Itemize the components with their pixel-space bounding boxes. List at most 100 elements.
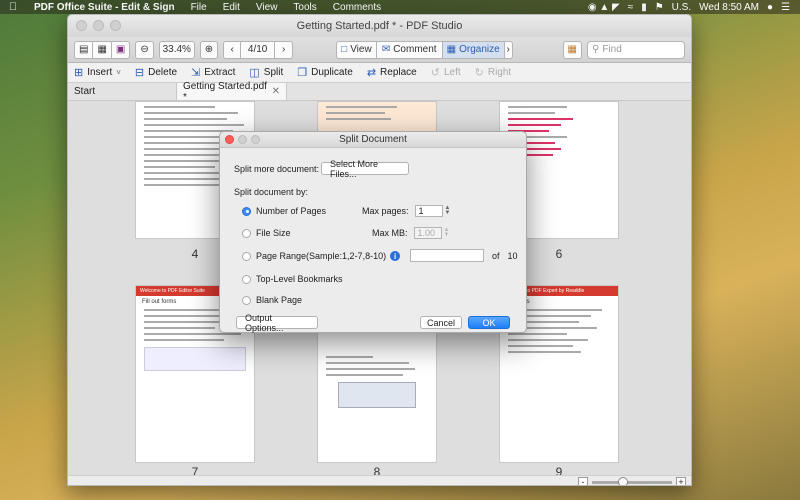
text-line	[144, 327, 215, 329]
radio-file-size[interactable]	[242, 228, 251, 238]
max-pages-stepper[interactable]: ▲ ▼	[445, 205, 451, 216]
radio-number-of-pages[interactable]	[242, 206, 251, 216]
tab-start[interactable]: Start	[68, 83, 177, 100]
info-icon[interactable]: i	[390, 251, 401, 261]
window-controls	[76, 20, 121, 31]
zoom-plus-button[interactable]: +	[676, 477, 686, 485]
status-icons[interactable]: ◉ ▲ ◤	[588, 2, 620, 13]
mode-view-label: View	[350, 44, 372, 55]
dialog-titlebar: Split Document	[220, 132, 526, 148]
search-input[interactable]: ⚲ Find	[587, 40, 685, 59]
user-icon[interactable]: ●	[767, 2, 773, 13]
zoom-level[interactable]: 33.4%	[158, 40, 195, 59]
window-titlebar: Getting Started.pdf * - PDF Studio	[68, 15, 691, 37]
page-layout-icon[interactable]: ▣	[111, 40, 131, 59]
radio-blank-page[interactable]	[242, 295, 251, 305]
split-by-label: Split document by:	[234, 187, 309, 197]
text-line	[326, 356, 374, 358]
radio-bookmarks[interactable]	[242, 274, 251, 284]
menu-app-name[interactable]: PDF Office Suite - Edit & Sign	[26, 2, 183, 13]
close-tab-icon[interactable]: ✕	[272, 86, 280, 97]
page-indicator[interactable]: 4/10	[241, 40, 276, 59]
radio-page-range[interactable]	[242, 251, 251, 261]
zoom-minus-button[interactable]: -	[578, 477, 588, 485]
zoom-slider-knob[interactable]	[618, 476, 628, 485]
zoom-out-icon[interactable]: ⊖	[135, 40, 154, 59]
wifi-icon[interactable]: ≈	[628, 2, 634, 13]
tab-getting-started[interactable]: Getting Started.pdf * ✕	[177, 81, 287, 103]
rotate-right-icon: ↻	[474, 67, 484, 79]
rotate-right-label: Right	[487, 67, 512, 78]
book-icon[interactable]: ▦	[562, 40, 582, 59]
replace-button[interactable]: ⇄ Replace	[367, 66, 417, 79]
zoom-in-icon[interactable]: ⊕	[199, 40, 219, 59]
zoom-slider[interactable]	[592, 476, 672, 485]
option-file-size-label: File Size	[256, 228, 291, 238]
option-file-size[interactable]: File Size	[242, 228, 291, 238]
organize-toolbar: ⊞ Insert ˅ ⊟ Delete ⇲ Extract ◫ Split ❐ Duplic…	[68, 63, 691, 83]
max-pages-input[interactable]: 1	[414, 205, 443, 217]
mode-switcher: □ View ✉ Comment ▦ Organize ›	[336, 40, 513, 59]
rotate-right-button[interactable]: ↻ Right	[475, 66, 512, 79]
extract-button[interactable]: ⇲ Extract	[191, 66, 235, 79]
mode-more-chevron-icon[interactable]: ›	[504, 40, 513, 59]
replace-icon: ⇄	[366, 67, 377, 79]
text-line	[144, 112, 239, 114]
mode-comment-button[interactable]: ✉ Comment	[376, 40, 443, 59]
max-mb-stepper[interactable]: ▲ ▼	[444, 227, 450, 238]
apple-icon[interactable]: 	[0, 1, 26, 13]
text-line	[508, 345, 573, 347]
option-number-of-pages[interactable]: Number of Pages	[242, 206, 326, 216]
battery-icon[interactable]: ▮	[641, 2, 647, 13]
input-source[interactable]: U.S.	[672, 2, 691, 13]
menu-view[interactable]: View	[248, 2, 286, 13]
split-label: Split	[263, 67, 284, 78]
ok-button[interactable]: OK	[468, 316, 510, 329]
mode-organize-button[interactable]: ▦ Organize	[442, 40, 505, 59]
split-button[interactable]: ◫ Split	[249, 66, 283, 79]
mode-view-button[interactable]: □ View	[336, 40, 377, 59]
chevron-down-icon: ˅	[116, 68, 121, 77]
menu-tools[interactable]: Tools	[285, 2, 324, 13]
delete-icon: ⊟	[134, 67, 145, 79]
thumbnail-view-icon[interactable]: ▦	[93, 40, 112, 59]
dialog-minimize-button[interactable]	[238, 135, 247, 144]
select-more-files-button[interactable]: Select More Files...	[321, 159, 409, 179]
insert-button[interactable]: ⊞ Insert ˅	[74, 66, 121, 79]
dialog-close-button[interactable]	[225, 135, 234, 144]
dialog-zoom-button[interactable]	[251, 135, 260, 144]
text-line	[326, 118, 391, 120]
sidebar-toggle-icon[interactable]: ▤	[74, 40, 94, 59]
next-page-icon[interactable]: ›	[275, 40, 294, 59]
minimize-window-button[interactable]	[93, 20, 104, 31]
text-line	[508, 118, 573, 120]
output-options-row: Output Options...	[236, 313, 318, 333]
select-files-row: Select More Files...	[321, 159, 409, 179]
menu-file[interactable]: File	[183, 2, 215, 13]
rotate-left-button[interactable]: ↺ Left	[431, 66, 461, 79]
max-pages-label: Max pages:	[362, 206, 409, 216]
thumb-screenshot-image	[338, 382, 416, 408]
flag-icon[interactable]: ⚑	[655, 2, 664, 13]
max-mb-input[interactable]: 1.00	[413, 227, 442, 239]
zoom-window-button[interactable]	[110, 20, 121, 31]
output-options-button[interactable]: Output Options...	[236, 313, 318, 333]
window-title: Getting Started.pdf * - PDF Studio	[296, 20, 463, 32]
option-page-range[interactable]: Page Range(Sample:1,2-7,8-10) i	[242, 251, 401, 261]
page-range-input[interactable]	[410, 249, 484, 262]
cancel-button[interactable]: Cancel	[420, 316, 462, 329]
extract-label: Extract	[204, 67, 236, 78]
option-bookmarks[interactable]: Top-Level Bookmarks	[242, 274, 343, 284]
menu-edit[interactable]: Edit	[215, 2, 248, 13]
delete-button[interactable]: ⊟ Delete	[135, 66, 177, 79]
menu-comments[interactable]: Comments	[325, 2, 389, 13]
close-window-button[interactable]	[76, 20, 87, 31]
text-line	[508, 106, 567, 108]
option-blank-page[interactable]: Blank Page	[242, 295, 302, 305]
menu-list-icon[interactable]: ☰	[781, 2, 790, 13]
clock[interactable]: Wed 8:50 AM	[699, 2, 759, 13]
comment-icon: ✉	[381, 44, 391, 55]
duplicate-button[interactable]: ❐ Duplicate	[297, 66, 353, 79]
document-tabs: Start Getting Started.pdf * ✕	[68, 81, 691, 103]
prev-page-icon[interactable]: ‹	[223, 40, 242, 59]
